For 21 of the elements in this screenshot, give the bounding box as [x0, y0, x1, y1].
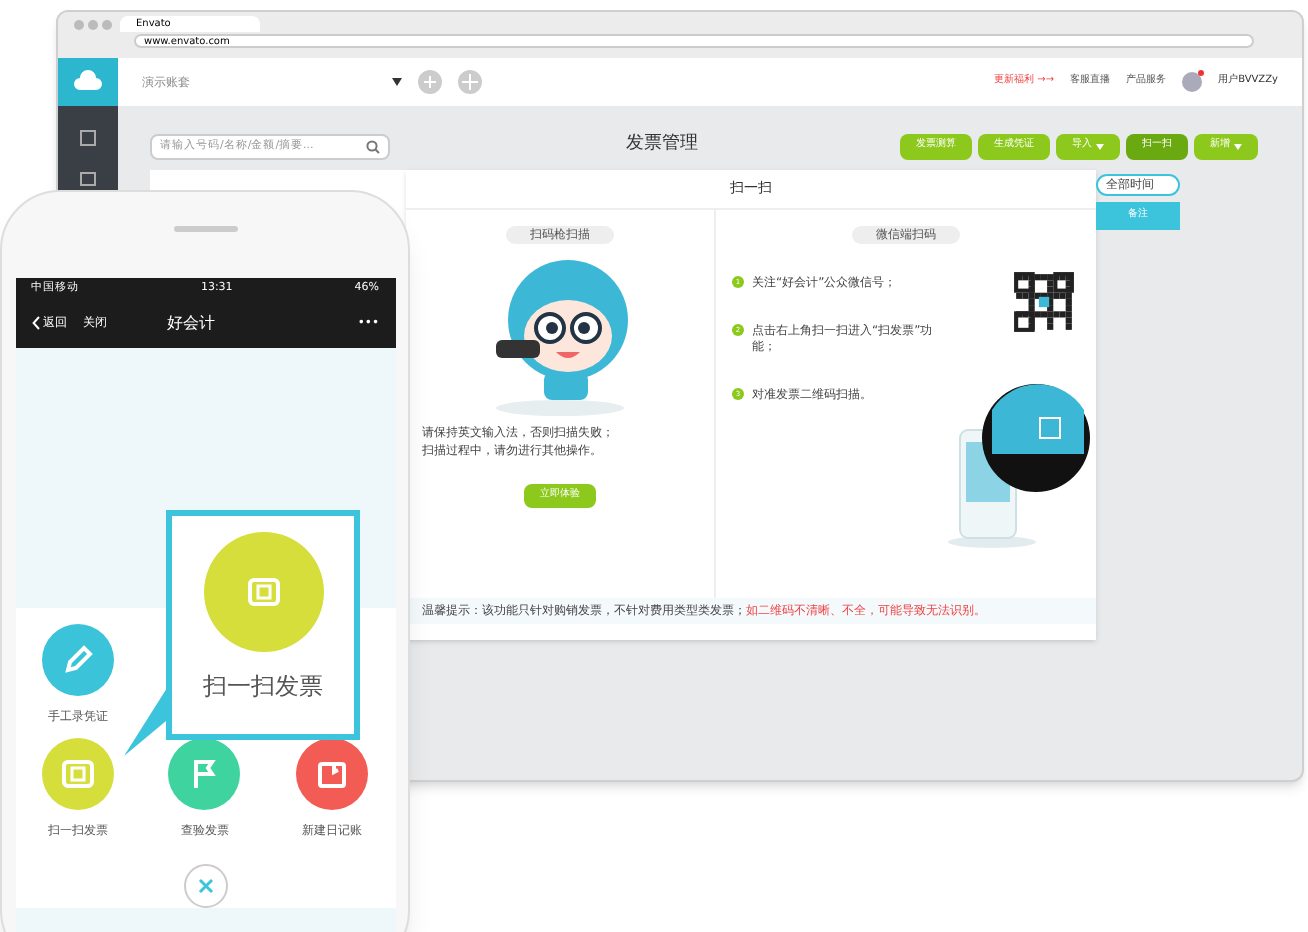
- action-button[interactable]: [42, 738, 115, 810]
- chevron-left-icon: [31, 316, 39, 330]
- caret-icon: [392, 78, 402, 86]
- action-button[interactable]: [168, 738, 241, 810]
- callout-label: 扫一扫发票: [203, 670, 323, 704]
- ticket-icon: [247, 578, 279, 606]
- app-title: 好会计: [167, 311, 215, 335]
- add-icon[interactable]: [418, 70, 442, 94]
- ticket-icon: [62, 760, 95, 788]
- close-icon[interactable]: [183, 864, 227, 908]
- qr-code-icon: [1012, 270, 1076, 334]
- window-controls-icon[interactable]: [74, 19, 112, 29]
- action-button[interactable]: [42, 624, 115, 696]
- page-title: 发票管理: [626, 132, 698, 159]
- pencil-icon: [62, 644, 95, 676]
- calendar-icon: [315, 758, 348, 790]
- action-button[interactable]: [295, 738, 368, 810]
- avatar-icon[interactable]: [1182, 72, 1203, 92]
- flag-icon: [188, 758, 221, 790]
- search-icon: [366, 139, 380, 153]
- speaker-icon: [173, 226, 237, 232]
